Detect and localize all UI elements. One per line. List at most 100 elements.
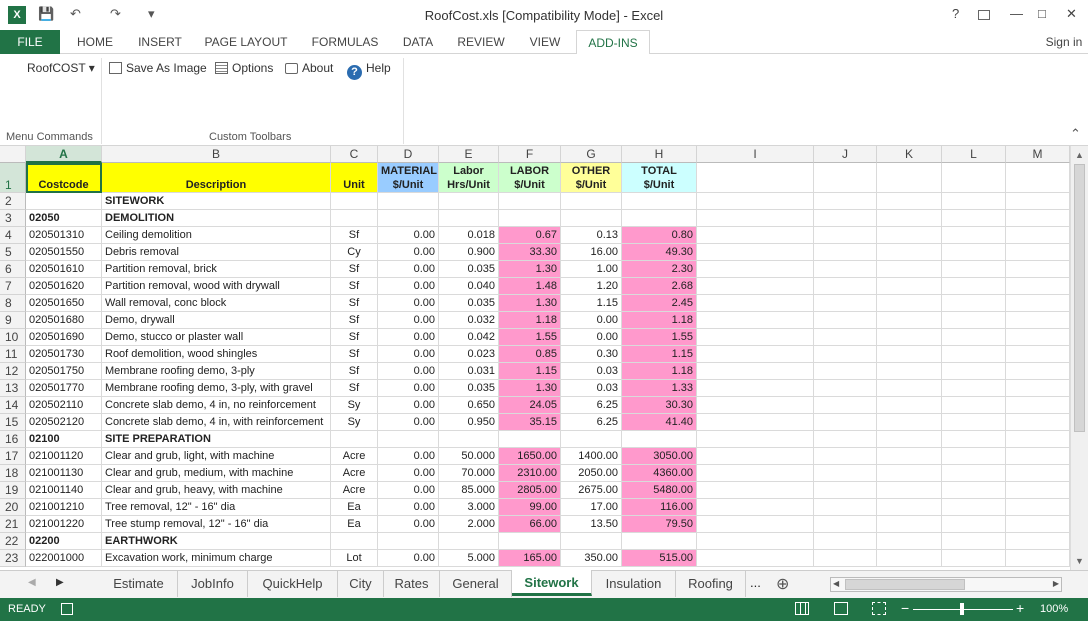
cell-other[interactable]: 0.13: [561, 227, 622, 244]
row-header[interactable]: 5: [0, 244, 26, 261]
cell-costcode[interactable]: 020502120: [26, 414, 102, 431]
cell-description[interactable]: Ceiling demolition: [102, 227, 331, 244]
cell-material[interactable]: [378, 210, 439, 227]
cell[interactable]: [877, 278, 942, 295]
cell[interactable]: [1006, 431, 1070, 448]
cell-description[interactable]: DEMOLITION: [102, 210, 331, 227]
cell-material[interactable]: 0.00: [378, 380, 439, 397]
cell-other[interactable]: 13.50: [561, 516, 622, 533]
cell-labor-hrs[interactable]: 0.040: [439, 278, 499, 295]
options-button[interactable]: Options: [215, 61, 273, 75]
cell-other[interactable]: 0.00: [561, 312, 622, 329]
cell[interactable]: [877, 227, 942, 244]
cell-labor[interactable]: 1.30: [499, 295, 561, 312]
row-header[interactable]: 11: [0, 346, 26, 363]
cell-labor-hrs[interactable]: 85.000: [439, 482, 499, 499]
about-button[interactable]: About: [285, 61, 333, 75]
cell[interactable]: [814, 312, 877, 329]
cell-other[interactable]: 0.03: [561, 380, 622, 397]
tab-home[interactable]: HOME: [64, 30, 126, 54]
cell-labor-hrs[interactable]: 0.035: [439, 261, 499, 278]
cell-costcode[interactable]: 021001140: [26, 482, 102, 499]
cell-costcode[interactable]: 020501680: [26, 312, 102, 329]
cell-costcode[interactable]: 020501690: [26, 329, 102, 346]
cell[interactable]: [1006, 210, 1070, 227]
cell-description[interactable]: Concrete slab demo, 4 in, no reinforceme…: [102, 397, 331, 414]
header-cell[interactable]: Labor Hrs/Unit: [439, 163, 499, 193]
cell-unit[interactable]: Sf: [331, 227, 378, 244]
cell[interactable]: [942, 329, 1006, 346]
sheet-tab-rates[interactable]: Rates: [384, 571, 440, 597]
maximize-button[interactable]: □: [1038, 6, 1046, 21]
cell-material[interactable]: 0.00: [378, 550, 439, 567]
header-cell[interactable]: TOTAL $/Unit: [622, 163, 697, 193]
cell-labor[interactable]: 2310.00: [499, 465, 561, 482]
cell-other[interactable]: 17.00: [561, 499, 622, 516]
hscroll-left-arrow-icon[interactable]: ◀: [833, 579, 839, 588]
cell-costcode[interactable]: 020501310: [26, 227, 102, 244]
cell-unit[interactable]: Cy: [331, 244, 378, 261]
cell[interactable]: [814, 163, 877, 193]
cell-labor[interactable]: 165.00: [499, 550, 561, 567]
row-header[interactable]: 7: [0, 278, 26, 295]
cell[interactable]: [1006, 380, 1070, 397]
cell[interactable]: [877, 363, 942, 380]
cell[interactable]: [877, 499, 942, 516]
header-cell-unit[interactable]: Unit: [331, 163, 378, 193]
zoom-in-button[interactable]: +: [1016, 600, 1024, 616]
cell-labor-hrs[interactable]: 0.031: [439, 363, 499, 380]
cell-costcode[interactable]: 020502110: [26, 397, 102, 414]
cell-material[interactable]: 0.00: [378, 261, 439, 278]
cell[interactable]: [942, 414, 1006, 431]
cell[interactable]: [1006, 244, 1070, 261]
cell-costcode[interactable]: 020501620: [26, 278, 102, 295]
cell-labor-hrs[interactable]: [439, 210, 499, 227]
cell[interactable]: [1006, 329, 1070, 346]
header-cell[interactable]: MATERIAL $/Unit: [378, 163, 439, 193]
sheet-tab-sitework[interactable]: Sitework: [512, 570, 592, 596]
cell[interactable]: [942, 380, 1006, 397]
hscroll-right-arrow-icon[interactable]: ▶: [1053, 579, 1059, 588]
cell-description[interactable]: Debris removal: [102, 244, 331, 261]
cell-total[interactable]: 1.18: [622, 312, 697, 329]
cell[interactable]: [942, 346, 1006, 363]
cell-other[interactable]: 1400.00: [561, 448, 622, 465]
row-header[interactable]: 2: [0, 193, 26, 210]
cell[interactable]: [877, 516, 942, 533]
cell-material[interactable]: 0.00: [378, 397, 439, 414]
column-header[interactable]: D: [378, 146, 439, 163]
cell-total[interactable]: 4360.00: [622, 465, 697, 482]
cell-labor[interactable]: 35.15: [499, 414, 561, 431]
cell-labor-hrs[interactable]: 3.000: [439, 499, 499, 516]
header-cell-description[interactable]: Description: [102, 163, 331, 193]
cell[interactable]: [942, 363, 1006, 380]
cell-description[interactable]: Tree stump removal, 12" - 16" dia: [102, 516, 331, 533]
column-header[interactable]: C: [331, 146, 378, 163]
cell-other[interactable]: 2050.00: [561, 465, 622, 482]
zoom-level[interactable]: 100%: [1040, 603, 1068, 615]
cell[interactable]: [814, 397, 877, 414]
cell-costcode[interactable]: 020501550: [26, 244, 102, 261]
cell[interactable]: [877, 380, 942, 397]
cell-description[interactable]: SITE PREPARATION: [102, 431, 331, 448]
row-header[interactable]: 4: [0, 227, 26, 244]
row-header[interactable]: 8: [0, 295, 26, 312]
row-header[interactable]: 17: [0, 448, 26, 465]
cell-material[interactable]: 0.00: [378, 448, 439, 465]
cell-labor[interactable]: 0.85: [499, 346, 561, 363]
cell-material[interactable]: 0.00: [378, 244, 439, 261]
cell[interactable]: [1006, 312, 1070, 329]
cell-labor[interactable]: 1.48: [499, 278, 561, 295]
cell[interactable]: [877, 397, 942, 414]
row-header[interactable]: 14: [0, 397, 26, 414]
sheet-tab-estimate[interactable]: Estimate: [100, 571, 178, 597]
cell-labor[interactable]: 1650.00: [499, 448, 561, 465]
cell-unit[interactable]: Sf: [331, 278, 378, 295]
cell-unit[interactable]: Acre: [331, 482, 378, 499]
cell-description[interactable]: Concrete slab demo, 4 in, with reinforce…: [102, 414, 331, 431]
cell-description[interactable]: Membrane roofing demo, 3-ply, with grave…: [102, 380, 331, 397]
cell[interactable]: [942, 227, 1006, 244]
cell-other[interactable]: [561, 193, 622, 210]
save-as-image-button[interactable]: Save As Image: [109, 61, 207, 75]
cell[interactable]: [877, 431, 942, 448]
